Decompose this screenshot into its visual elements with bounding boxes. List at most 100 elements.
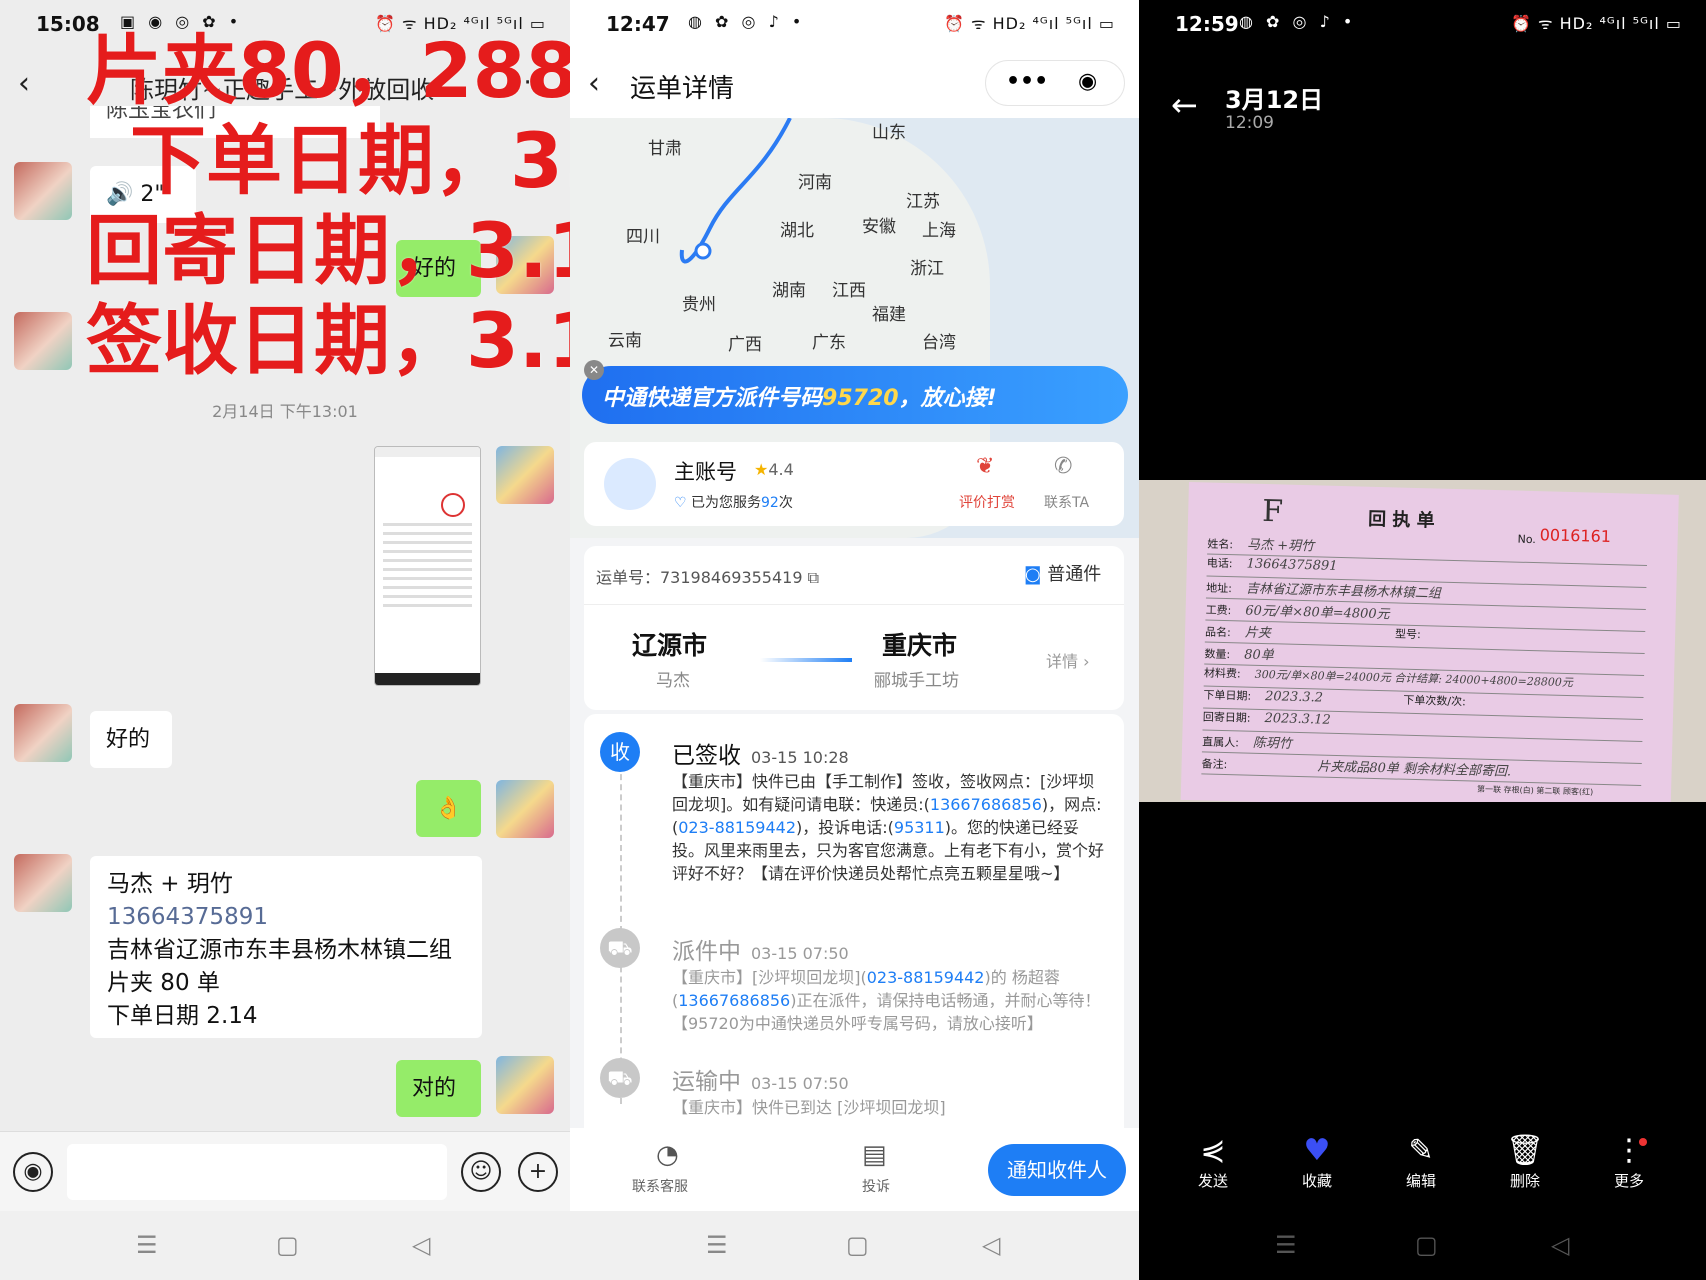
- voice-input-icon[interactable]: ◉: [13, 1152, 53, 1192]
- phone-link[interactable]: 13667686856: [678, 991, 790, 1010]
- ad-number: 95720: [822, 386, 899, 411]
- map-label: 台湾: [922, 333, 956, 353]
- system-nav-bar: ☰ ▢ ◁: [1139, 1211, 1706, 1280]
- avatar[interactable]: [14, 854, 72, 912]
- map-label: 广东: [812, 333, 846, 353]
- favorite-button[interactable]: ♥ 收藏: [1277, 1132, 1357, 1191]
- phone-link[interactable]: 13667686856: [930, 795, 1042, 814]
- notify-button[interactable]: 通知收件人: [988, 1144, 1126, 1196]
- emoji-icon[interactable]: ☺: [461, 1152, 501, 1192]
- phone-link[interactable]: 023-88159442: [678, 818, 796, 837]
- map-label: 安徽: [862, 217, 896, 237]
- event-title: 运输中 03-15 07:50: [672, 1069, 849, 1095]
- chat-input-bar: ◉ ☺ +: [0, 1131, 570, 1211]
- address-message[interactable]: 马杰 + 玥竹 13664375891 吉林省辽源市东丰县杨木林镇二组 片夹 8…: [90, 856, 482, 1038]
- delete-button[interactable]: 🗑 删除: [1485, 1132, 1565, 1191]
- menu-icon[interactable]: ☰: [136, 1231, 158, 1259]
- waybill-screen: 12:47 ◍ ✿ ◎ ♪ • ⏰ ᯤ HD₂ ⁴ᴳıl ⁵ᴳıl ▭ ‹ 运单…: [570, 0, 1139, 1280]
- edit-button[interactable]: ✎ 编辑: [1381, 1132, 1461, 1191]
- my-avatar[interactable]: [496, 780, 554, 838]
- more-vertical-icon: ⋮: [1589, 1132, 1669, 1170]
- message-bubble[interactable]: 好的: [90, 711, 172, 768]
- heart-icon: ♥: [1303, 1133, 1331, 1168]
- waybill-number[interactable]: 运单号：73198469355419 ⧉: [596, 564, 819, 588]
- message-input[interactable]: [67, 1144, 447, 1200]
- menu-icon[interactable]: ☰: [706, 1231, 728, 1259]
- plus-icon[interactable]: +: [518, 1152, 558, 1192]
- back-arrow-icon[interactable]: ←: [1171, 86, 1198, 124]
- chat-screen: 15:08 ▣ ◉ ◎ ✿ • ⏰ ᯤ HD₂ ⁴ᴳıl ⁵ᴳıl ▭ ‹ 陈玥…: [0, 0, 570, 1280]
- phone-link[interactable]: 95311: [894, 818, 945, 837]
- map-label: 河南: [798, 173, 832, 193]
- courier-rating: ★4.4: [754, 460, 794, 479]
- contact-button[interactable]: 联系TA: [1044, 492, 1089, 512]
- rate-button[interactable]: 评价打赏: [959, 492, 1015, 512]
- avatar[interactable]: [14, 312, 72, 370]
- receipt-paper: F 回 执 单 No. 0016161 姓名: 马杰 +玥竹 电话: 1366437…: [1180, 482, 1679, 802]
- bottom-action-bar: ◔ 联系客服 ▤ 投诉 通知收件人: [570, 1128, 1139, 1212]
- screenshot-image[interactable]: [374, 446, 481, 686]
- service-icon: ◔: [656, 1140, 679, 1170]
- share-icon: ⋞: [1200, 1133, 1226, 1168]
- close-target-icon[interactable]: ◉: [1078, 69, 1097, 94]
- event-text: 【重庆市】快件已由【手工制作】签收，签收网点：[沙坪坝回龙坝]。如有疑问请电联：…: [672, 772, 1105, 883]
- overlay-text-line: 签收日期，3.15: [86, 296, 570, 385]
- my-avatar[interactable]: [496, 446, 554, 504]
- overlay-text-line: 回寄日期，3.12: [86, 206, 570, 295]
- notification-dot: [1639, 1138, 1647, 1146]
- address-line: 吉林省辽源市东丰县杨木林镇二组: [107, 937, 452, 963]
- page-title: 运单详情: [630, 74, 735, 104]
- notification-icons: ◍ ✿ ◎ ♪ •: [1239, 12, 1357, 31]
- more-icon[interactable]: •••: [1006, 69, 1048, 94]
- back-icon[interactable]: ◁: [1551, 1231, 1569, 1259]
- to-city: 重庆市: [882, 631, 958, 660]
- home-icon[interactable]: ▢: [1415, 1231, 1438, 1259]
- back-arrow-icon[interactable]: ‹: [18, 66, 30, 101]
- stamp-icon: [441, 493, 465, 517]
- parcel-icon: ◙: [1024, 564, 1042, 585]
- ad-banner[interactable]: ✕ 中通快递官方派件号码95720，放心接!: [582, 360, 1128, 424]
- receipt-photo[interactable]: F 回 执 单 No. 0016161 姓名: 马杰 +玥竹 电话: 1366437…: [1139, 480, 1706, 802]
- delivery-truck-icon: ⛟: [600, 928, 640, 968]
- to-name: 郦城手工坊: [874, 671, 959, 691]
- courier-name: 主账号: [674, 460, 737, 484]
- home-icon[interactable]: ▢: [276, 1231, 299, 1259]
- photo-action-bar: ⋞ 发送 ♥ 收藏 ✎ 编辑 🗑 删除 ⋮ 更多: [1139, 1132, 1706, 1212]
- complain-icon: ▤: [862, 1140, 887, 1170]
- home-icon[interactable]: ▢: [846, 1231, 869, 1259]
- avatar[interactable]: [14, 162, 72, 220]
- complain-button[interactable]: 投诉: [862, 1176, 890, 1196]
- address-name: 马杰 + 玥竹: [107, 871, 233, 897]
- more-button[interactable]: ⋮ 更多: [1589, 1132, 1669, 1191]
- status-indicators: ⏰ ᯤ HD₂ ⁴ᴳıl ⁵ᴳıl ▭: [1510, 14, 1682, 33]
- map-label: 广西: [728, 335, 762, 355]
- address-phone[interactable]: 13664375891: [107, 901, 465, 934]
- map-label: 贵州: [682, 295, 716, 315]
- emoji-message[interactable]: 👌: [416, 780, 481, 837]
- from-name: 马杰: [656, 671, 690, 691]
- address-item: 片夹 80 单: [107, 970, 220, 996]
- back-arrow-icon[interactable]: ‹: [588, 66, 600, 101]
- back-icon[interactable]: ◁: [982, 1231, 1000, 1259]
- star-icon: ★: [754, 460, 769, 479]
- reward-icon: ❦: [976, 454, 995, 479]
- detail-link[interactable]: 详情 ›: [1046, 648, 1090, 672]
- waybill-card: 运单号：73198469355419 ⧉ ◙ 普通件 辽源市 马杰 重庆市 郦城…: [584, 546, 1124, 710]
- system-nav-bar: ☰ ▢ ◁: [0, 1211, 570, 1280]
- event-title: 派件中 03-15 07:50: [672, 939, 849, 965]
- timestamp: 2月14日 下午13:01: [212, 402, 358, 421]
- tracking-timeline: 收 已签收 03-15 10:28 【重庆市】快件已由【手工制作】签收，签收网点：…: [584, 714, 1124, 1128]
- avatar[interactable]: [14, 704, 72, 762]
- back-icon[interactable]: ◁: [412, 1231, 430, 1259]
- menu-icon[interactable]: ☰: [1275, 1231, 1297, 1259]
- share-button[interactable]: ⋞ 发送: [1173, 1132, 1253, 1191]
- service-button[interactable]: 联系客服: [632, 1176, 688, 1196]
- overlay-text-line: 片夹80，28800: [86, 26, 570, 115]
- phone-link[interactable]: 023-88159442: [867, 968, 985, 987]
- map-label: 江西: [832, 281, 866, 301]
- copy-icon: ⧉: [807, 568, 820, 587]
- close-icon[interactable]: ✕: [584, 360, 604, 380]
- map-label: 湖北: [780, 221, 814, 241]
- message-bubble[interactable]: 对的: [396, 1060, 481, 1117]
- my-avatar[interactable]: [496, 1056, 554, 1114]
